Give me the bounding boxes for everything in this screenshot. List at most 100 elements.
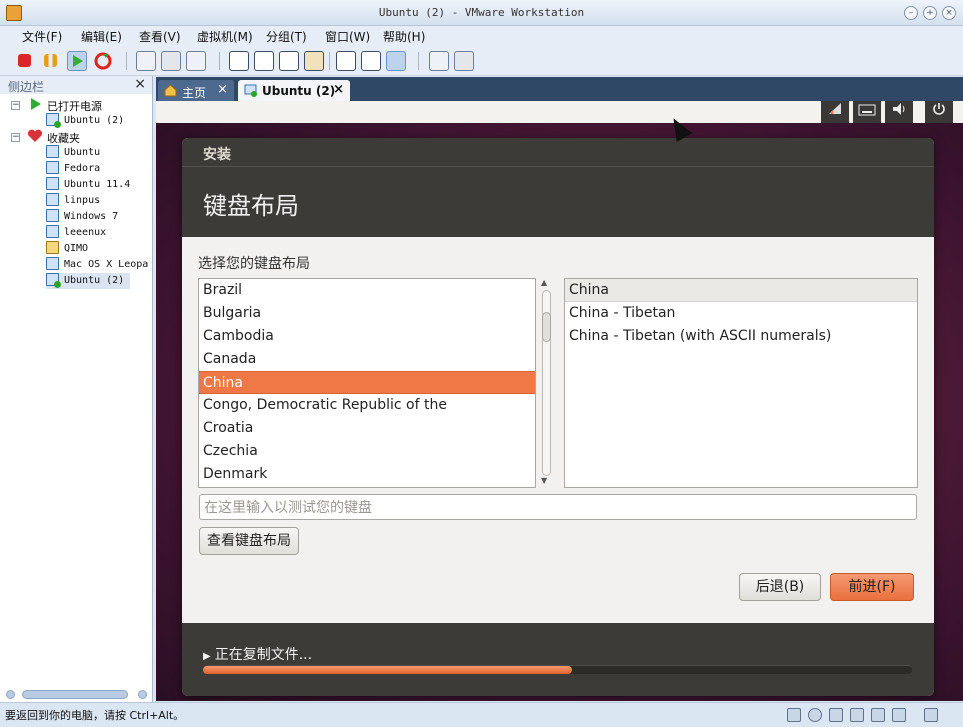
tree-item[interactable]: Fedora [46, 161, 100, 177]
power-off-icon[interactable] [18, 54, 31, 67]
vm-icon [46, 193, 59, 206]
tree-item[interactable]: Windows 7 [46, 209, 118, 225]
tree-item[interactable]: Ubuntu (2) [46, 113, 124, 129]
forward-button[interactable]: 前进(F) [830, 573, 914, 601]
detect-layout-button[interactable]: 查看键盘布局 [199, 527, 299, 555]
tree-item[interactable]: Mac OS X Leopa [46, 257, 148, 273]
tree-item[interactable]: leeenux [46, 225, 106, 241]
layout-list[interactable]: Brazil Bulgaria Cambodia Canada China Co… [198, 278, 536, 488]
list-item[interactable]: Croatia [199, 417, 535, 440]
collapse-icon[interactable]: − [11, 101, 20, 110]
message-log-icon[interactable] [924, 708, 938, 722]
list-item[interactable]: Bulgaria [199, 302, 535, 325]
close-window-icon[interactable]: × [942, 6, 956, 20]
collapse-icon[interactable]: − [11, 133, 20, 142]
sidebar-title: 侧边栏 [8, 80, 45, 94]
usb-icon[interactable] [871, 708, 885, 722]
tab-bar: 主页 × Ubuntu (2) × [156, 77, 963, 101]
vm-icon [46, 209, 59, 222]
thumbnail-view-icon[interactable] [386, 51, 406, 71]
list-item-selected[interactable]: China [199, 371, 535, 394]
replay-icon[interactable] [454, 51, 474, 71]
list-item[interactable]: Canada [199, 348, 535, 371]
suspend-icon[interactable] [44, 54, 57, 67]
minimize-icon[interactable]: – [904, 6, 918, 20]
reset-icon[interactable] [93, 51, 113, 71]
list-item[interactable]: China - Tibetan [565, 302, 917, 325]
network-adapter-icon[interactable] [850, 708, 864, 722]
layout-prompt: 选择您的键盘布局 [198, 256, 310, 272]
vm-running-icon [46, 273, 61, 288]
list-item[interactable]: Congo, Democratic Republic of the [199, 394, 535, 417]
record-icon[interactable] [429, 51, 449, 71]
list-item[interactable]: China - Tibetan (with ASCII numerals) [565, 325, 917, 348]
maximize-icon[interactable]: + [923, 6, 937, 20]
menu-group[interactable]: 分组(T) [266, 28, 307, 45]
floppy-icon[interactable] [829, 708, 843, 722]
tree-item[interactable]: Ubuntu 11.4 [46, 177, 130, 193]
menu-bar: 文件(F) 编辑(E) 查看(V) 虚拟机(M) 分组(T) 窗口(W) 帮助(… [0, 26, 963, 46]
scroll-right-icon[interactable] [138, 690, 147, 699]
sidebar-toggle-icon[interactable] [229, 51, 249, 71]
tree-group-label: 收藏夹 [47, 132, 80, 145]
layout-scrollbar[interactable]: ▲ ▼ [539, 278, 553, 488]
summary-view-icon[interactable] [361, 51, 381, 71]
tree-item-selected[interactable]: Ubuntu (2) [46, 273, 130, 289]
list-item[interactable]: Denmark [199, 463, 535, 486]
menu-edit[interactable]: 编辑(E) [81, 28, 122, 45]
scroll-up-icon[interactable]: ▲ [541, 278, 547, 287]
list-item-selected[interactable]: China [565, 279, 917, 302]
sidebar-scrollbar[interactable] [6, 688, 148, 700]
sidebar-header: 侧边栏 × [0, 76, 152, 94]
vm-icon [46, 145, 59, 158]
power-icon[interactable] [925, 101, 953, 123]
console-view-icon[interactable] [336, 51, 356, 71]
scroll-thumb[interactable] [22, 690, 128, 699]
quick-switch-icon[interactable] [304, 51, 324, 71]
menu-view[interactable]: 查看(V) [139, 28, 181, 45]
menu-file[interactable]: 文件(F) [22, 28, 62, 45]
tree-item[interactable]: linpus [46, 193, 100, 209]
progress-bar [203, 665, 912, 674]
scroll-down-icon[interactable]: ▼ [541, 476, 547, 485]
snapshot-manager-icon[interactable] [186, 51, 206, 71]
progress-status[interactable]: ▶ 正在复制文件... [203, 644, 312, 664]
cd-icon[interactable] [808, 708, 822, 722]
list-item[interactable]: Cambodia [199, 325, 535, 348]
tab-home[interactable]: 主页 × [158, 80, 234, 101]
vm-display[interactable]: 安装 键盘布局 选择您的键盘布局 Brazil Bulgaria Cambodi… [156, 101, 963, 701]
network-icon[interactable] [821, 101, 849, 123]
progress-fill [203, 666, 572, 674]
tab-ubuntu-2[interactable]: Ubuntu (2) × [238, 80, 350, 101]
variant-list[interactable]: China China - Tibetan China - Tibetan (w… [564, 278, 918, 488]
status-bar: 要返回到你的电脑，请按 Ctrl+Alt。 [0, 702, 963, 727]
keyboard-icon[interactable] [853, 101, 881, 123]
fullscreen-icon[interactable] [254, 51, 274, 71]
unity-icon[interactable] [279, 51, 299, 71]
list-item[interactable]: Czechia [199, 440, 535, 463]
tree-item[interactable]: Ubuntu [46, 145, 100, 161]
tree-item[interactable]: QIMO [46, 241, 88, 257]
scroll-thumb[interactable] [542, 312, 551, 342]
power-on-icon[interactable] [67, 51, 87, 71]
revert-snapshot-icon[interactable] [161, 51, 181, 71]
snapshot-icon[interactable] [136, 51, 156, 71]
installer-footer: ▶ 正在复制文件... [182, 623, 934, 696]
close-tab-icon[interactable]: × [217, 82, 228, 97]
sidebar: 侧边栏 × − 已打开电源 Ubuntu (2) − 收藏夹 Ubuntu Fe… [0, 76, 153, 702]
close-tab-icon[interactable]: × [333, 82, 344, 97]
menu-help[interactable]: 帮助(H) [383, 28, 425, 45]
back-button[interactable]: 后退(B) [739, 573, 821, 601]
close-sidebar-icon[interactable]: × [134, 76, 146, 92]
vm-icon [46, 257, 59, 270]
status-message: 要返回到你的电脑，请按 Ctrl+Alt。 [5, 709, 185, 722]
scroll-left-icon[interactable] [6, 690, 15, 699]
expand-arrow-icon[interactable]: ▶ [203, 651, 211, 662]
menu-window[interactable]: 窗口(W) [325, 28, 370, 45]
list-item[interactable]: Brazil [199, 279, 535, 302]
menu-vm[interactable]: 虚拟机(M) [197, 28, 253, 45]
volume-icon[interactable] [885, 101, 913, 123]
keyboard-test-input[interactable] [199, 494, 917, 520]
printer-icon[interactable] [892, 708, 906, 722]
hdd-icon[interactable] [787, 708, 801, 722]
